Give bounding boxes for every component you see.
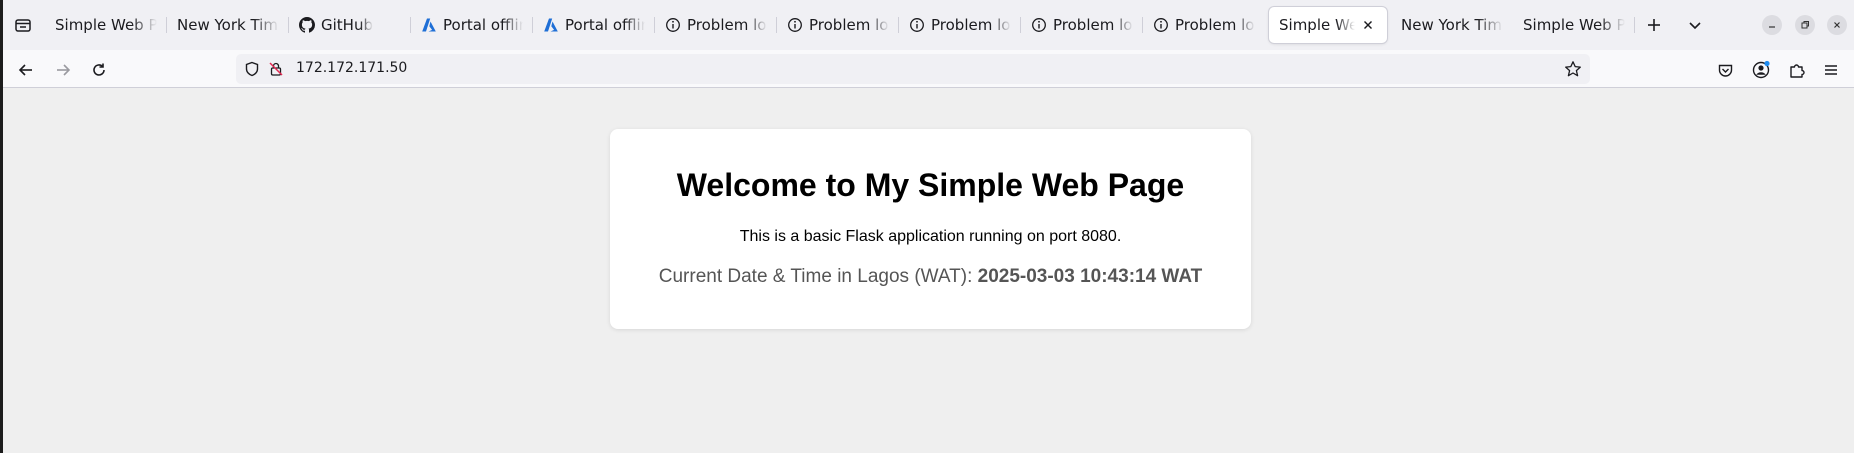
tab-title: Portal offline xyxy=(565,16,645,34)
tab[interactable]: Problem loading page xyxy=(1143,7,1265,43)
tab-title: GitHub xyxy=(321,16,373,34)
tab[interactable]: New York Times xyxy=(167,7,289,43)
list-all-tabs-button[interactable] xyxy=(1683,13,1707,37)
minimize-icon xyxy=(1769,26,1775,28)
tab[interactable]: New York Times xyxy=(1391,7,1513,43)
url-text[interactable]: 172.172.171.50 xyxy=(296,60,407,76)
page-content: Welcome to My Simple Web Page This is a … xyxy=(3,89,1854,453)
tab-list: Simple Web Page New York Times GitHub Porta… xyxy=(45,7,1635,43)
tab-separator xyxy=(1634,17,1635,33)
bookmark-star-icon[interactable] xyxy=(1564,60,1582,82)
arrow-left-icon xyxy=(18,64,32,76)
tab-title: Problem loading page xyxy=(687,16,767,34)
welcome-card: Welcome to My Simple Web Page This is a … xyxy=(610,129,1251,329)
tracking-protection-icon[interactable] xyxy=(244,61,260,81)
tab[interactable]: Portal offline xyxy=(411,7,533,43)
datetime-line: Current Date & Time in Lagos (WAT): 2025… xyxy=(610,266,1251,288)
github-icon xyxy=(299,17,315,33)
close-tab-icon[interactable] xyxy=(1359,16,1377,34)
tab[interactable]: Simple Web Page xyxy=(45,7,167,43)
tab-title: Portal offline xyxy=(443,16,523,34)
tab[interactable]: GitHub xyxy=(289,7,411,43)
pocket-button[interactable] xyxy=(1712,57,1738,83)
datetime-label: Current Date & Time in Lagos (WAT): xyxy=(658,266,978,287)
hamburger-icon xyxy=(1825,65,1837,75)
tab-list-icon xyxy=(15,19,31,32)
new-tab-button[interactable] xyxy=(1642,13,1666,37)
tab-title: New York Times xyxy=(1401,16,1503,34)
tab-list-button[interactable] xyxy=(11,13,35,37)
navigation-toolbar: 172.172.171.50 xyxy=(0,50,1854,88)
info-icon xyxy=(665,17,681,33)
close-window-button[interactable] xyxy=(1827,15,1847,35)
tab[interactable]: Problem loading page xyxy=(899,7,1021,43)
extensions-button[interactable] xyxy=(1784,57,1810,83)
tab-active[interactable]: Simple Web Page xyxy=(1269,7,1387,43)
pocket-icon xyxy=(1718,64,1732,77)
insecure-lock-icon[interactable] xyxy=(268,61,284,81)
tab-title: Simple Web Page xyxy=(55,16,157,34)
tab[interactable]: Problem loading page xyxy=(777,7,899,43)
page-heading: Welcome to My Simple Web Page xyxy=(676,167,1185,203)
azure-icon xyxy=(543,17,559,33)
tab[interactable]: Portal offline xyxy=(533,7,655,43)
tab[interactable]: Problem loading page xyxy=(655,7,777,43)
back-button[interactable] xyxy=(13,57,39,83)
tab-title: Simple Web Page xyxy=(1279,16,1355,34)
info-icon xyxy=(1031,17,1047,33)
tab-title: New York Times xyxy=(177,16,279,34)
info-icon xyxy=(909,17,925,33)
restore-icon xyxy=(1801,21,1809,29)
puzzle-icon xyxy=(1790,64,1805,78)
tab-title: Simple Web Page xyxy=(1523,16,1625,34)
forward-button[interactable] xyxy=(50,57,76,83)
tab-title: Problem loading page xyxy=(1053,16,1133,34)
tab-title: Problem loading page xyxy=(1175,16,1255,34)
tab[interactable]: Simple Web Page xyxy=(1513,7,1635,43)
plus-icon xyxy=(1648,19,1660,31)
tab-title: Problem loading page xyxy=(931,16,1011,34)
tab[interactable]: Problem loading page xyxy=(1021,7,1143,43)
arrow-right-icon xyxy=(57,64,71,76)
chevron-down-icon xyxy=(1689,22,1701,30)
minimize-button[interactable] xyxy=(1762,15,1782,35)
maximize-button[interactable] xyxy=(1795,15,1815,35)
reload-icon xyxy=(93,63,105,76)
close-icon xyxy=(1834,22,1840,28)
tab-title: Problem loading page xyxy=(809,16,889,34)
reload-button[interactable] xyxy=(86,57,112,83)
window-edge xyxy=(0,0,3,453)
azure-icon xyxy=(421,17,437,33)
address-bar[interactable]: 172.172.171.50 xyxy=(236,54,1590,84)
page-description: This is a basic Flask application runnin… xyxy=(739,228,1122,245)
info-icon xyxy=(1153,17,1169,33)
info-icon xyxy=(787,17,803,33)
account-button[interactable] xyxy=(1748,57,1774,83)
account-icon xyxy=(1752,60,1770,79)
tab-strip: Simple Web Page New York Times GitHub Porta… xyxy=(0,0,1854,50)
datetime-value: 2025-03-03 10:43:14 WAT xyxy=(977,266,1203,287)
app-menu-button[interactable] xyxy=(1818,57,1844,83)
